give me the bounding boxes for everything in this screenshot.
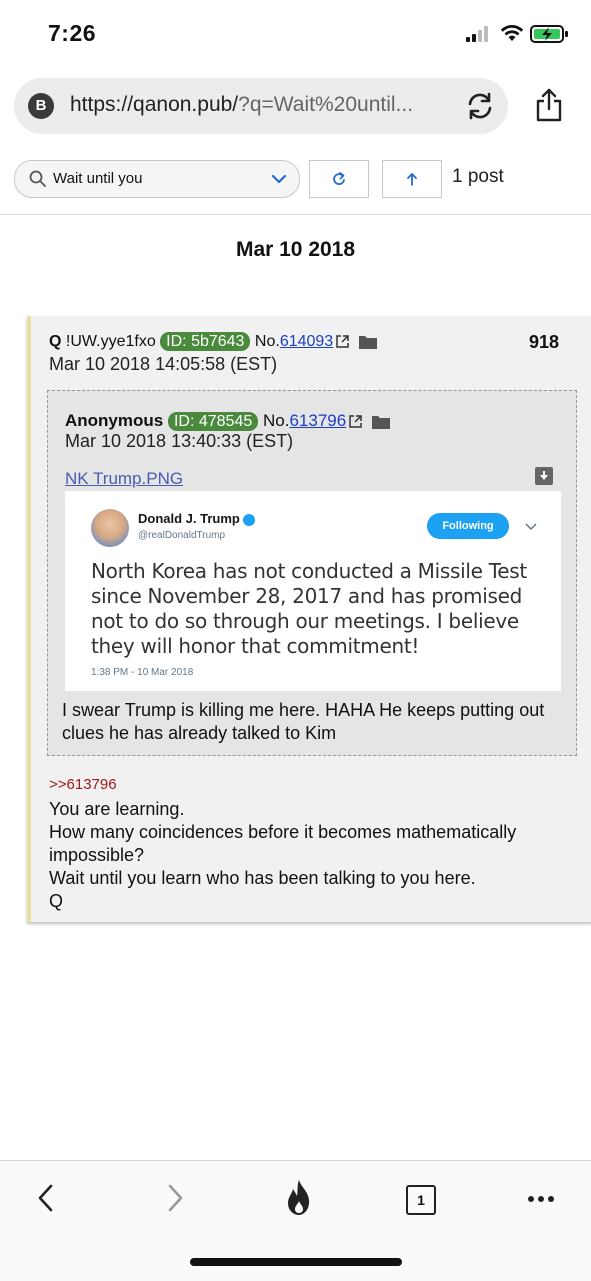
external-link-icon[interactable] xyxy=(335,334,350,349)
following-button: Following xyxy=(427,513,509,539)
status-bar: 7:26 xyxy=(0,0,591,70)
quoted-post-header: Anonymous ID: 478545 No.613796 xyxy=(65,411,391,431)
tweet-image[interactable]: Donald J. Trump @realDonaldTrump Followi… xyxy=(65,491,561,691)
home-indicator[interactable] xyxy=(190,1258,402,1266)
url-text[interactable]: https://qanon.pub/?q=Wait%20until... xyxy=(70,93,413,117)
download-button[interactable] xyxy=(535,467,553,485)
refresh-button[interactable] xyxy=(309,160,369,198)
post-id-badge[interactable]: ID: 5b7643 xyxy=(160,332,251,351)
avatar xyxy=(91,509,129,547)
forward-icon[interactable] xyxy=(163,1183,187,1213)
post-body-line: How many coincidences before it becomes … xyxy=(49,822,517,865)
verified-badge-icon xyxy=(242,513,255,526)
post-author: Q xyxy=(49,333,62,350)
post-timestamp: Mar 10 2018 14:05:58 (EST) xyxy=(49,354,278,374)
post-body-line: Wait until you learn who has been talkin… xyxy=(49,868,476,888)
post-body: You are learning. How many coincidences … xyxy=(49,798,579,913)
battery-charging-icon xyxy=(530,25,568,43)
search-input[interactable]: Wait until you xyxy=(14,160,300,198)
tabs-button[interactable]: 1 xyxy=(406,1185,436,1215)
quoted-post: Anonymous ID: 478545 No.613796 Mar 10 20… xyxy=(47,390,577,756)
quoted-id-badge[interactable]: ID: 478545 xyxy=(167,412,259,431)
post-index: 918 xyxy=(529,332,560,352)
post-count: 1 post xyxy=(452,166,504,187)
quoted-timestamp: Mar 10 2018 13:40:33 (EST) xyxy=(65,431,294,451)
post-card: Q !UW.yye1fxo ID: 5b7643 No.614093 918 M… xyxy=(27,316,591,922)
post-body-line: You are learning. xyxy=(49,799,185,819)
wifi-icon xyxy=(500,25,524,41)
post-no-prefix: No. xyxy=(254,333,280,350)
more-icon[interactable] xyxy=(527,1195,555,1203)
tweet-text: North Korea has not conducted a Missile … xyxy=(91,559,527,658)
search-value: Wait until you xyxy=(53,170,143,187)
quoted-number-link[interactable]: 613796 xyxy=(289,411,346,430)
chevron-down-icon[interactable] xyxy=(271,173,287,185)
scroll-up-button[interactable] xyxy=(382,160,442,198)
post-body-line: Q xyxy=(49,891,64,911)
post-header: Q !UW.yye1fxo ID: 5b7643 No.614093 xyxy=(49,332,378,351)
refresh-icon xyxy=(333,172,345,185)
address-bar[interactable]: B https://qanon.pub/?q=Wait%20until... xyxy=(14,78,508,134)
external-link-icon[interactable] xyxy=(348,414,363,429)
folder-icon[interactable] xyxy=(371,414,391,430)
status-time: 7:26 xyxy=(48,20,97,46)
url-main: https://qanon.pub/ xyxy=(70,93,239,116)
quoted-author: Anonymous xyxy=(65,411,164,430)
quoted-post-body: I swear Trump is killing me here. HAHA H… xyxy=(62,700,545,743)
quoted-no-prefix: No. xyxy=(262,411,290,430)
post-tripcode: !UW.yye1fxo xyxy=(65,333,156,350)
tab-count: 1 xyxy=(417,1192,425,1208)
cellular-signal-icon xyxy=(466,26,488,42)
download-icon xyxy=(540,471,548,480)
reload-icon[interactable] xyxy=(464,90,496,122)
url-query: ?q=Wait%20until... xyxy=(238,93,414,116)
chevron-down-icon xyxy=(525,523,537,531)
folder-icon[interactable] xyxy=(358,334,378,350)
search-icon xyxy=(29,170,46,187)
tweet-handle: @realDonaldTrump xyxy=(138,530,226,541)
site-badge-icon: B xyxy=(28,93,54,119)
date-heading: Mar 10 2018 xyxy=(235,238,356,261)
share-icon[interactable] xyxy=(535,88,563,122)
back-icon[interactable] xyxy=(34,1183,58,1213)
reply-link[interactable]: >>613796 xyxy=(49,776,117,793)
post-number-link[interactable]: 614093 xyxy=(280,333,333,350)
flame-icon[interactable] xyxy=(284,1179,314,1217)
tweet-time: 1:38 PM - 10 Mar 2018 xyxy=(91,667,194,678)
tweet-author-name: Donald J. Trump xyxy=(138,511,255,526)
search-toolbar: Wait until you 1 post xyxy=(0,150,591,215)
attachment-filename-link[interactable]: NK Trump.PNG xyxy=(65,469,183,489)
tweet-name-text: Donald J. Trump xyxy=(138,511,240,526)
arrow-up-icon xyxy=(407,173,417,186)
